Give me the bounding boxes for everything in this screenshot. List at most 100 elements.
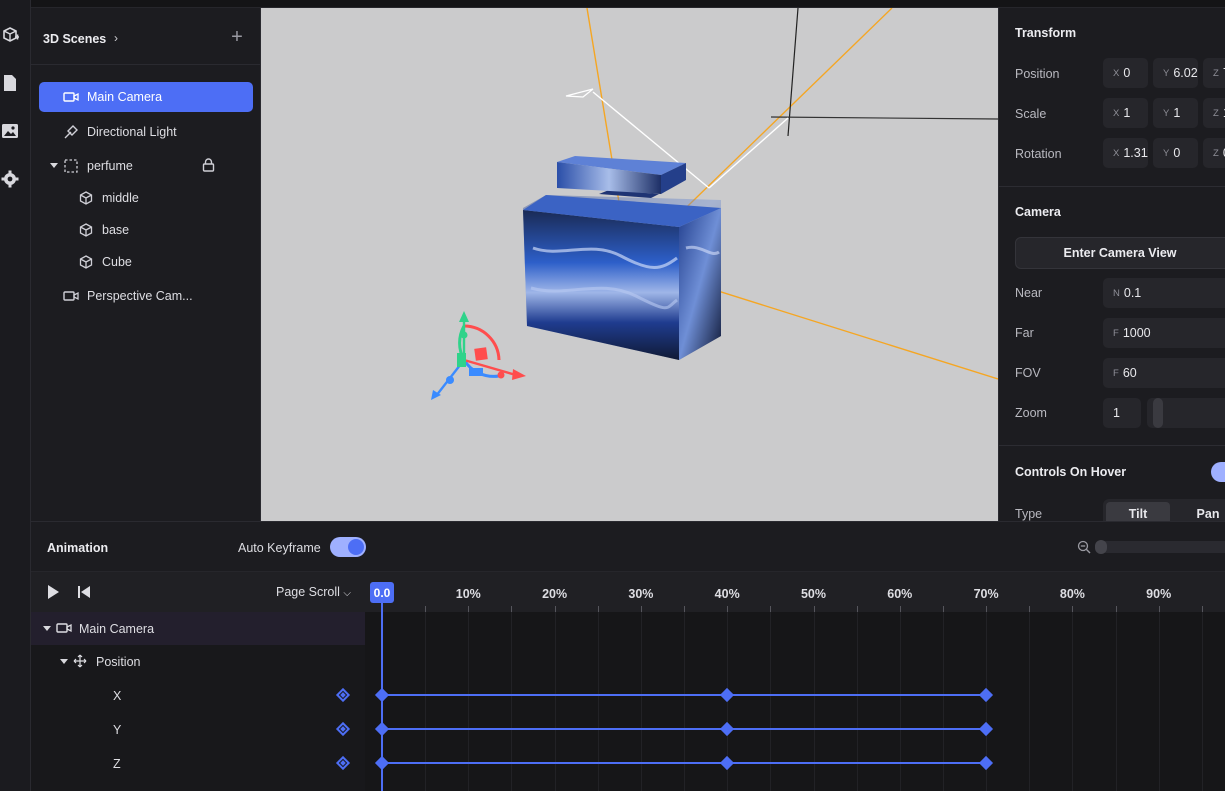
position-x-field[interactable]: X0 (1103, 58, 1148, 88)
grid-line (770, 612, 772, 791)
fov-field[interactable]: F 60 (1103, 358, 1225, 388)
far-field[interactable]: F 1000 (1103, 318, 1225, 348)
timeline-zoom-thumb[interactable] (1095, 540, 1107, 554)
grid-line (1029, 612, 1031, 791)
type-tilt-button[interactable]: Tilt (1106, 502, 1170, 521)
timeline-zoom-slider[interactable] (1095, 541, 1225, 553)
ruler-label: 50% (800, 587, 827, 601)
keyframe-diamond[interactable] (720, 755, 735, 771)
track-row-z[interactable]: Z (31, 747, 365, 780)
zoom-slider-thumb[interactable] (1153, 398, 1163, 428)
track-label: Position (96, 655, 141, 669)
grid-line (813, 612, 815, 791)
top-strip (31, 0, 1225, 8)
scale-z-field[interactable]: Z1 (1203, 98, 1225, 128)
tool-rail (0, 0, 31, 791)
track-row-position[interactable]: Position (31, 645, 365, 678)
scene-panel: 3D Scenes › + Main Camera Directional Li… (31, 8, 261, 521)
grid-line (1201, 612, 1203, 791)
keyframe-diamond[interactable] (979, 721, 994, 737)
scene-panel-header: 3D Scenes › + (31, 8, 261, 65)
grid-line (554, 612, 556, 791)
tree-item-directional-light[interactable]: Directional Light (39, 117, 253, 147)
track-row-main-camera[interactable]: Main Camera (31, 612, 365, 645)
keyframe-diamond[interactable] (979, 687, 994, 703)
ruler-label: 20% (542, 587, 568, 601)
keyframe-diamond[interactable] (374, 755, 390, 771)
add-keyframe-x-button[interactable] (335, 687, 351, 703)
grid-line (511, 612, 513, 791)
scale-x-field[interactable]: X1 (1103, 98, 1148, 128)
tree-item-perfume[interactable]: perfume (39, 151, 253, 181)
type-pan-button[interactable]: Pan (1178, 502, 1225, 521)
position-z-field[interactable]: Z7 (1203, 58, 1225, 88)
cube-icon (78, 190, 94, 206)
3d-viewport[interactable] (261, 8, 998, 521)
plus-icon[interactable]: + (228, 27, 246, 47)
caret-down-icon[interactable] (43, 626, 51, 631)
grid-line (597, 612, 599, 791)
file-icon[interactable] (0, 72, 20, 94)
grid-line (899, 612, 901, 791)
properties-panel: Transform Position X0 Y6.02 Z7 Scale X1 … (998, 8, 1225, 521)
keyframe-diamond[interactable] (720, 687, 735, 703)
tree-item-main-camera[interactable]: Main Camera (39, 82, 253, 112)
track-label: Z (113, 757, 121, 771)
keyframe-diamond[interactable] (720, 721, 735, 737)
auto-keyframe-toggle[interactable] (330, 537, 366, 557)
tree-item-middle[interactable]: middle (39, 183, 253, 213)
keyframe-span (382, 728, 987, 730)
tree-item-label: base (102, 223, 130, 237)
enter-camera-view-button[interactable]: Enter Camera View (1015, 237, 1225, 269)
add-object-icon[interactable] (0, 24, 20, 46)
rotation-y-field[interactable]: Y0 (1153, 138, 1198, 168)
play-icon[interactable] (48, 585, 59, 599)
keyframe-diamond[interactable] (979, 755, 994, 771)
zoom-field[interactable]: 1 (1103, 398, 1141, 428)
timeline[interactable]: 10% 20% 30% 40% 50% 60% 70% 80% 90% 0.0 (365, 572, 1225, 791)
keyframe-span (382, 762, 987, 764)
divider (999, 186, 1225, 187)
tree-item-perspective-camera[interactable]: Perspective Cam... (39, 281, 253, 311)
controls-on-hover-toggle[interactable] (1211, 462, 1225, 482)
lock-icon[interactable] (202, 158, 215, 175)
gizmo (431, 311, 526, 400)
zoom-label: Zoom (1015, 406, 1047, 420)
tree-item-base[interactable]: base (39, 215, 253, 245)
grid-line (684, 612, 686, 791)
track-list: Page Scroll ⌵ Main Camera Position X Y Z (31, 572, 365, 791)
add-keyframe-z-button[interactable] (335, 755, 351, 771)
grid-line (1072, 612, 1074, 791)
scale-y-field[interactable]: Y1 (1153, 98, 1198, 128)
scene-panel-title[interactable]: 3D Scenes (43, 32, 106, 46)
keyframe-diamond[interactable] (374, 687, 390, 703)
tree-item-cube[interactable]: Cube (39, 247, 253, 277)
fov-label: FOV (1015, 366, 1041, 380)
track-label: Y (113, 723, 122, 737)
divider (999, 445, 1225, 446)
image-icon[interactable] (0, 120, 20, 142)
far-label: Far (1015, 326, 1034, 340)
gear-icon[interactable] (0, 168, 20, 190)
position-y-field[interactable]: Y 6.02 (1153, 58, 1198, 88)
rotation-z-field[interactable]: Z0 (1203, 138, 1225, 168)
chevron-right-icon[interactable]: › (114, 31, 118, 45)
caret-down-icon[interactable] (60, 659, 68, 664)
scroll-mode-dropdown[interactable]: Page Scroll ⌵ (276, 585, 351, 599)
ruler-label: 10% (455, 587, 481, 601)
near-field[interactable]: N 0.1 (1103, 278, 1225, 308)
tree-item-label: Cube (102, 255, 132, 269)
ruler-label: 90% (1146, 587, 1172, 601)
grid-line (640, 612, 642, 791)
track-row-y[interactable]: Y (31, 713, 365, 746)
rotation-x-field[interactable]: X1.311 (1103, 138, 1148, 168)
zoom-out-icon[interactable] (1077, 540, 1091, 557)
track-row-x[interactable]: X (31, 679, 365, 712)
timeline-ruler[interactable]: 10% 20% 30% 40% 50% 60% 70% 80% 90% (365, 572, 1225, 612)
add-keyframe-y-button[interactable] (335, 721, 351, 737)
keyframe-diamond[interactable] (374, 721, 390, 737)
tree-item-label: Perspective Cam... (87, 289, 193, 303)
zoom-slider[interactable] (1147, 398, 1225, 428)
playhead[interactable]: 0.0 (370, 582, 394, 603)
rewind-icon[interactable] (78, 585, 90, 599)
